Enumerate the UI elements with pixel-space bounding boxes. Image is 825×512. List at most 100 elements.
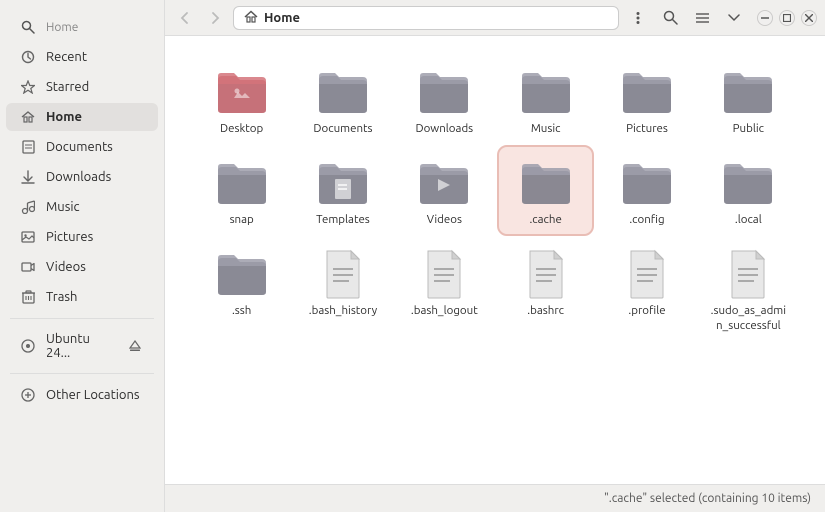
file-item-public[interactable]: Public	[702, 56, 795, 143]
file-icon-pictures	[621, 66, 673, 118]
statusbar: ".cache" selected (containing 10 items)	[165, 484, 825, 512]
sidebar-item-other-locations[interactable]: Other Locations	[6, 381, 158, 409]
file-item-snap[interactable]: snap	[195, 147, 288, 234]
sidebar-item-ubuntu[interactable]: Ubuntu 24...	[6, 326, 158, 366]
file-grid-container: Desktop Documents Downloads Music Pictur…	[165, 36, 825, 484]
file-icon-ssh	[216, 248, 268, 300]
file-icon-snap	[216, 157, 268, 209]
file-label-downloads: Downloads	[415, 122, 473, 137]
file-label-videos: Videos	[427, 213, 462, 228]
pictures-icon	[20, 229, 36, 245]
sidebar-item-documents[interactable]: Documents	[6, 133, 158, 161]
file-grid: Desktop Documents Downloads Music Pictur…	[195, 56, 795, 340]
titlebar: Home	[165, 0, 825, 36]
sidebar-label-home: Home	[46, 110, 82, 124]
downloads-icon	[20, 169, 36, 185]
file-icon-public	[722, 66, 774, 118]
sidebar-item-starred[interactable]: Starred	[6, 73, 158, 101]
sidebar-item-downloads[interactable]: Downloads	[6, 163, 158, 191]
sidebar-label-other-locations: Other Locations	[46, 388, 140, 402]
file-item-bash-history[interactable]: .bash_history	[296, 238, 389, 340]
menu-button[interactable]	[625, 5, 651, 31]
sidebar-item-home[interactable]: Home	[6, 103, 158, 131]
file-item-config[interactable]: .config	[600, 147, 693, 234]
recent-icon	[20, 49, 36, 65]
file-label-desktop: Desktop	[220, 122, 263, 137]
sidebar-label-pictures: Pictures	[46, 230, 93, 244]
file-label-documents: Documents	[313, 122, 372, 137]
sidebar-item-label: Home	[46, 21, 78, 34]
sidebar-label-documents: Documents	[46, 140, 113, 154]
file-label-pictures: Pictures	[626, 122, 668, 137]
file-item-cache[interactable]: .cache	[499, 147, 592, 234]
ubuntu-icon	[20, 338, 36, 354]
file-label-profile: .profile	[628, 304, 665, 319]
file-icon-documents	[317, 66, 369, 118]
sidebar-item-videos[interactable]: Videos	[6, 253, 158, 281]
chevron-down-button[interactable]	[721, 5, 747, 31]
file-label-local: .local	[735, 213, 762, 228]
file-icon-sudo	[722, 248, 774, 300]
file-label-bash-history: .bash_history	[309, 304, 377, 319]
file-item-bash-logout[interactable]: .bash_logout	[398, 238, 491, 340]
location-home-icon	[244, 10, 258, 26]
view-button[interactable]	[689, 5, 715, 31]
sidebar-label-starred: Starred	[46, 80, 89, 94]
file-icon-bash-history	[317, 248, 369, 300]
file-label-music: Music	[531, 122, 561, 137]
eject-button[interactable]	[126, 337, 144, 355]
file-item-downloads[interactable]: Downloads	[398, 56, 491, 143]
status-text: ".cache" selected (containing 10 items)	[604, 492, 811, 505]
sidebar-search[interactable]: Home	[6, 13, 158, 41]
sidebar-label-ubuntu: Ubuntu 24...	[46, 332, 116, 360]
file-item-videos[interactable]: Videos	[398, 147, 491, 234]
trash-icon	[20, 289, 36, 305]
other-locations-icon	[20, 387, 36, 403]
file-item-documents[interactable]: Documents	[296, 56, 389, 143]
back-button[interactable]	[173, 6, 197, 30]
file-icon-desktop	[216, 66, 268, 118]
file-label-sudo: .sudo_as_admin_successful	[708, 304, 788, 334]
file-icon-templates	[317, 157, 369, 209]
file-item-templates[interactable]: Templates	[296, 147, 389, 234]
file-item-profile[interactable]: .profile	[600, 238, 693, 340]
file-icon-cache	[520, 157, 572, 209]
minimize-button[interactable]	[757, 10, 773, 26]
sidebar-item-trash[interactable]: Trash	[6, 283, 158, 311]
file-icon-videos	[418, 157, 470, 209]
file-label-public: Public	[733, 122, 764, 137]
sidebar-label-downloads: Downloads	[46, 170, 111, 184]
file-item-bashrc[interactable]: .bashrc	[499, 238, 592, 340]
sidebar-label-videos: Videos	[46, 260, 86, 274]
window-controls	[757, 10, 817, 26]
file-item-local[interactable]: .local	[702, 147, 795, 234]
file-label-config: .config	[629, 213, 664, 228]
sidebar-label-music: Music	[46, 200, 80, 214]
sidebar-item-pictures[interactable]: Pictures	[6, 223, 158, 251]
file-item-sudo[interactable]: .sudo_as_admin_successful	[702, 238, 795, 340]
file-item-pictures[interactable]: Pictures	[600, 56, 693, 143]
location-text: Home	[264, 11, 300, 25]
close-button[interactable]	[801, 10, 817, 26]
file-label-ssh: .ssh	[232, 304, 251, 319]
documents-icon	[20, 139, 36, 155]
forward-button[interactable]	[203, 6, 227, 30]
file-label-templates: Templates	[316, 213, 370, 228]
file-label-bashrc: .bashrc	[527, 304, 564, 319]
sidebar-label-recent: Recent	[46, 50, 87, 64]
file-label-bash-logout: .bash_logout	[411, 304, 478, 319]
star-icon	[20, 79, 36, 95]
file-item-ssh[interactable]: .ssh	[195, 238, 288, 340]
sidebar-item-recent[interactable]: Recent	[6, 43, 158, 71]
file-label-cache: .cache	[530, 213, 562, 228]
sidebar-item-music[interactable]: Music	[6, 193, 158, 221]
file-item-music[interactable]: Music	[499, 56, 592, 143]
sidebar: Home Recent Starred Home Documents Downl…	[0, 0, 165, 512]
search-button[interactable]	[657, 5, 683, 31]
file-icon-profile	[621, 248, 673, 300]
search-icon	[20, 19, 36, 35]
file-item-desktop[interactable]: Desktop	[195, 56, 288, 143]
maximize-button[interactable]	[779, 10, 795, 26]
file-icon-music	[520, 66, 572, 118]
sidebar-label-trash: Trash	[46, 290, 77, 304]
